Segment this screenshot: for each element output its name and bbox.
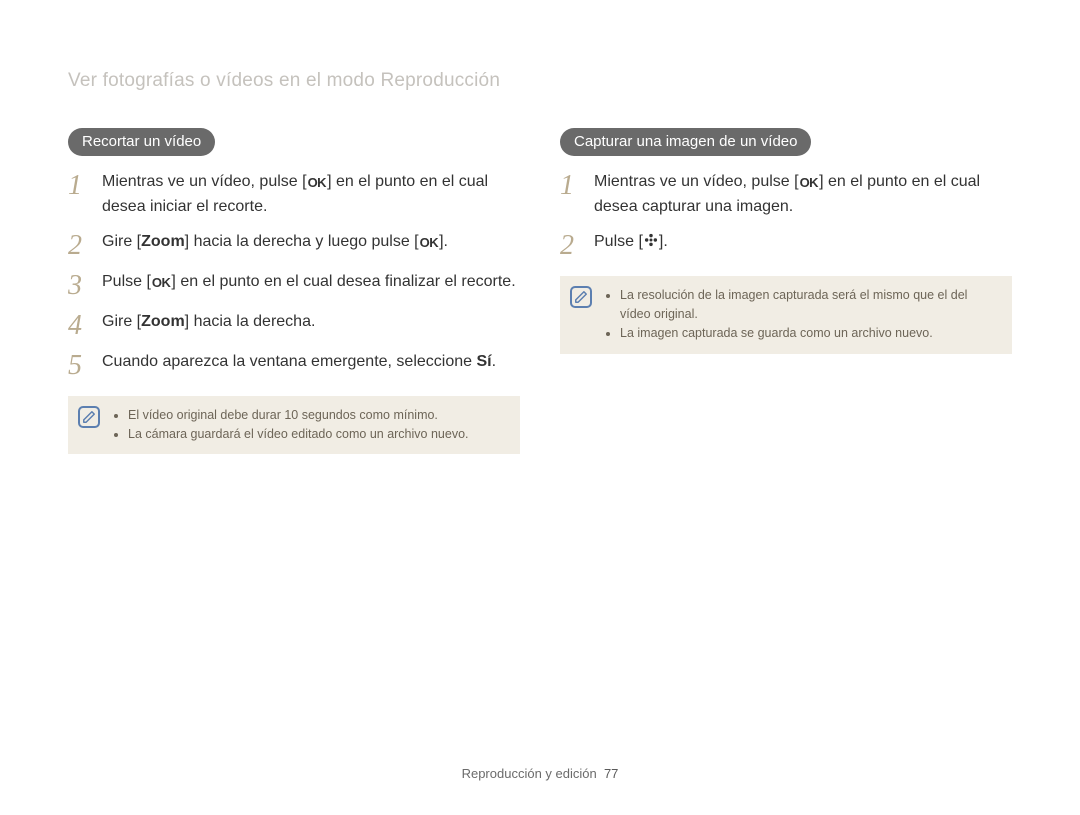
- note-item: El vídeo original debe durar 10 segundos…: [128, 406, 469, 425]
- pencil-icon: [574, 290, 588, 304]
- step-number: 4: [68, 310, 90, 340]
- note-item: La resolución de la imagen capturada ser…: [620, 286, 1000, 325]
- step-number: 5: [68, 350, 90, 380]
- ok-icon: OK: [799, 173, 820, 193]
- step-text: Mientras ve un vídeo, pulse [OK] en el p…: [102, 170, 520, 220]
- breadcrumb: Ver fotografías o vídeos en el modo Repr…: [68, 70, 1012, 92]
- page: Ver fotografías o vídeos en el modo Repr…: [0, 0, 1080, 815]
- step-number: 1: [68, 170, 90, 200]
- note-item: La imagen capturada se guarda como un ar…: [620, 324, 1000, 343]
- note-list: La resolución de la imagen capturada ser…: [604, 286, 1000, 344]
- step-2: 2 Gire [Zoom] hacia la derecha y luego p…: [68, 230, 520, 260]
- step-text: Pulse [].: [594, 230, 668, 255]
- step-1: 1 Mientras ve un vídeo, pulse [OK] en el…: [560, 170, 1012, 220]
- step-1: 1 Mientras ve un vídeo, pulse [OK] en el…: [68, 170, 520, 220]
- step-2: 2 Pulse [].: [560, 230, 1012, 260]
- steps-left: 1 Mientras ve un vídeo, pulse [OK] en el…: [68, 170, 520, 380]
- ok-icon: OK: [151, 273, 172, 293]
- ok-icon: OK: [419, 233, 440, 253]
- step-number: 1: [560, 170, 582, 200]
- footer-page-number: 77: [604, 766, 618, 781]
- note-item: La cámara guardará el vídeo editado como…: [128, 425, 469, 444]
- heading-left: Recortar un vídeo: [68, 128, 215, 156]
- steps-right: 1 Mientras ve un vídeo, pulse [OK] en el…: [560, 170, 1012, 260]
- content-columns: Recortar un vídeo 1 Mientras ve un vídeo…: [68, 128, 1012, 454]
- step-text: Gire [Zoom] hacia la derecha.: [102, 310, 315, 335]
- step-text: Cuando aparezca la ventana emergente, se…: [102, 350, 496, 375]
- footer-section: Reproducción y edición: [462, 766, 597, 781]
- step-3: 3 Pulse [OK] en el punto en el cual dese…: [68, 270, 520, 300]
- step-text: Mientras ve un vídeo, pulse [OK] en el p…: [594, 170, 1012, 220]
- step-number: 2: [68, 230, 90, 260]
- step-text: Pulse [OK] en el punto en el cual desea …: [102, 270, 516, 295]
- note-box-right: La resolución de la imagen capturada ser…: [560, 276, 1012, 354]
- heading-right: Capturar una imagen de un vídeo: [560, 128, 811, 156]
- note-list: El vídeo original debe durar 10 segundos…: [112, 406, 469, 445]
- note-icon: [78, 406, 100, 428]
- note-icon: [570, 286, 592, 308]
- note-box-left: El vídeo original debe durar 10 segundos…: [68, 396, 520, 455]
- step-number: 2: [560, 230, 582, 260]
- pencil-icon: [82, 410, 96, 424]
- column-left: Recortar un vídeo 1 Mientras ve un vídeo…: [68, 128, 520, 454]
- step-number: 3: [68, 270, 90, 300]
- step-5: 5 Cuando aparezca la ventana emergente, …: [68, 350, 520, 380]
- step-4: 4 Gire [Zoom] hacia la derecha.: [68, 310, 520, 340]
- flower-icon: [643, 232, 659, 248]
- page-footer: Reproducción y edición 77: [0, 766, 1080, 781]
- column-right: Capturar una imagen de un vídeo 1 Mientr…: [560, 128, 1012, 454]
- ok-icon: OK: [307, 173, 328, 193]
- step-text: Gire [Zoom] hacia la derecha y luego pul…: [102, 230, 448, 255]
